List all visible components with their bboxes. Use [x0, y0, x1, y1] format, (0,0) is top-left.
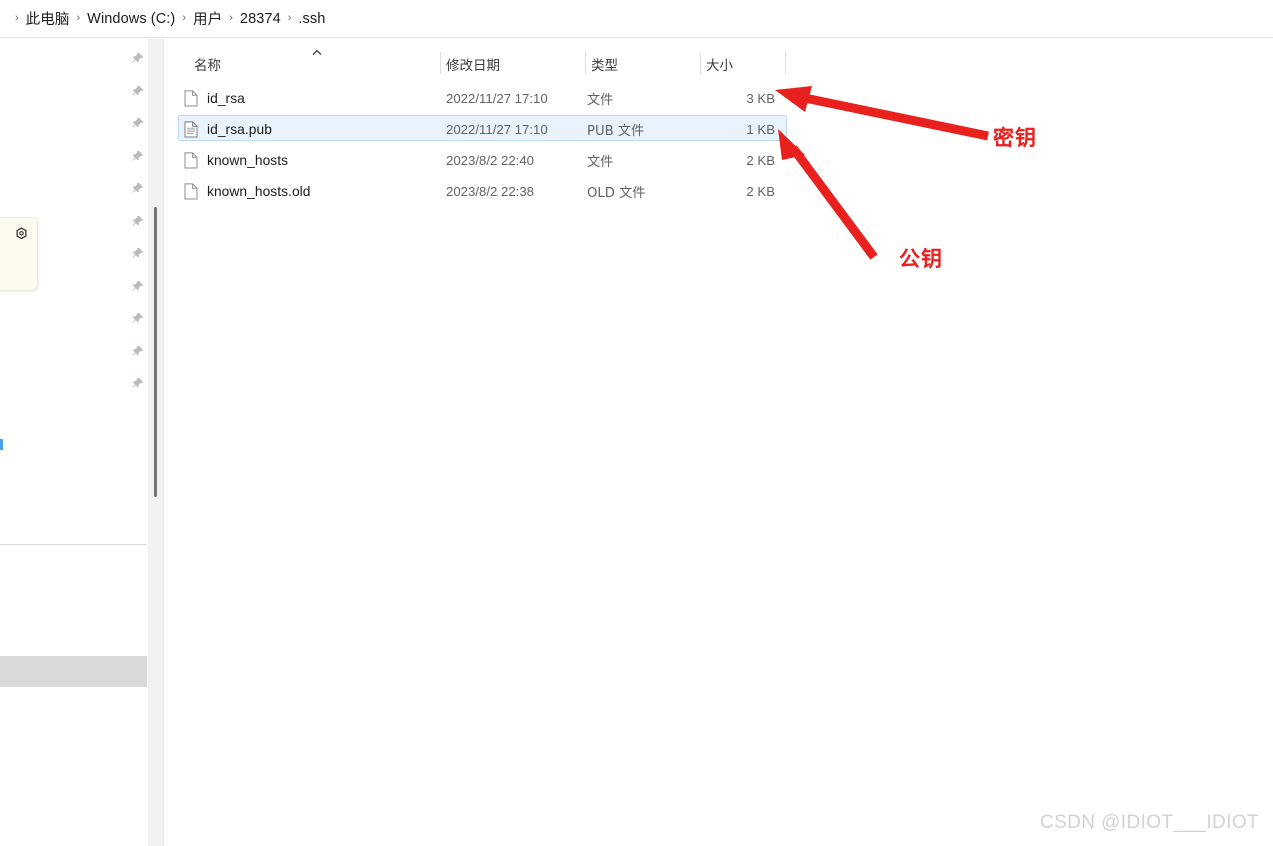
pin-icon[interactable] [130, 312, 146, 324]
annotation-label-private-key: 密钥 [993, 126, 1037, 150]
gear-hex-icon [16, 227, 27, 240]
vertical-scrollbar[interactable] [148, 39, 164, 846]
breadcrumb-chevron-icon: › [287, 12, 292, 24]
file-date-modified: 2023/8/2 22:38 [446, 183, 534, 199]
column-header-size[interactable]: 大小 [706, 48, 733, 79]
column-divider[interactable] [785, 52, 786, 74]
pin-icon[interactable] [130, 117, 146, 129]
column-divider[interactable] [700, 52, 701, 74]
note-card[interactable] [0, 217, 38, 291]
file-type: PUB 文件 [587, 123, 645, 139]
breadcrumb-item-users[interactable]: 用户 [193, 8, 222, 29]
column-header-name[interactable]: 名称 [194, 48, 221, 79]
file-list-column-headers: 名称 修改日期 类型 大小 [182, 48, 803, 79]
pin-icon[interactable] [130, 215, 146, 227]
annotation-label-public-key: 公钥 [899, 247, 943, 271]
pin-icon[interactable] [130, 247, 146, 259]
blank-file-icon [184, 183, 198, 200]
column-header-type[interactable]: 类型 [591, 48, 618, 79]
file-name[interactable]: id_rsa.pub [207, 116, 272, 142]
pin-icon[interactable] [130, 280, 146, 292]
pinned-items-column [130, 52, 148, 389]
table-row[interactable]: known_hosts 2023/8/2 22:40 文件 2 KB [178, 146, 787, 172]
blank-file-icon [184, 152, 198, 169]
pin-icon[interactable] [130, 182, 146, 194]
breadcrumb-item-28374[interactable]: 28374 [240, 11, 281, 27]
pin-icon[interactable] [130, 85, 146, 97]
file-name[interactable]: known_hosts.old [207, 178, 311, 204]
file-type: 文件 [587, 92, 614, 108]
csdn-watermark: CSDN @IDIOT___IDIOT [1039, 812, 1259, 833]
sort-ascending-caret-icon [312, 49, 322, 56]
left-blue-marker [0, 439, 3, 450]
column-divider[interactable] [585, 52, 586, 74]
file-date-modified: 2023/8/2 22:40 [446, 152, 534, 168]
left-highlighted-block[interactable] [0, 656, 147, 687]
breadcrumb-item-this-pc[interactable]: 此电脑 [26, 8, 70, 29]
file-size: 2 KB [746, 183, 775, 199]
pin-icon[interactable] [130, 52, 146, 64]
file-type: 文件 [587, 154, 614, 170]
blank-file-icon [184, 90, 198, 107]
file-date-modified: 2022/11/27 17:10 [446, 121, 548, 137]
breadcrumb-chevron-icon: › [182, 12, 187, 24]
breadcrumb-chevron-icon: › [76, 12, 81, 24]
text-file-icon [184, 121, 198, 138]
file-size: 3 KB [746, 90, 775, 106]
pin-icon[interactable] [130, 377, 146, 389]
file-name[interactable]: id_rsa [207, 85, 245, 111]
column-divider[interactable] [440, 52, 441, 74]
file-type: OLD 文件 [587, 185, 646, 201]
breadcrumb-item-windows-c[interactable]: Windows (C:) [87, 11, 175, 27]
scrollbar-thumb[interactable] [154, 207, 157, 497]
column-header-date-modified[interactable]: 修改日期 [446, 48, 500, 79]
pin-icon[interactable] [130, 345, 146, 357]
file-name[interactable]: known_hosts [207, 147, 288, 173]
breadcrumb-item-ssh[interactable]: .ssh [298, 11, 325, 27]
breadcrumb-chevron-icon: › [229, 12, 233, 24]
file-size: 2 KB [746, 152, 775, 168]
file-date-modified: 2022/11/27 17:10 [446, 90, 548, 106]
left-pane-divider [0, 544, 147, 545]
table-row[interactable]: known_hosts.old 2023/8/2 22:38 OLD 文件 2 … [178, 177, 787, 203]
breadcrumb-chevron-icon: › [15, 12, 19, 24]
pin-icon[interactable] [130, 150, 146, 162]
address-breadcrumb-bar[interactable]: › 此电脑 › Windows (C:) › 用户 › 28374 › .ssh [0, 0, 1273, 38]
table-row[interactable]: id_rsa.pub 2022/11/27 17:10 PUB 文件 1 KB [178, 115, 787, 141]
left-background-pane [0, 39, 148, 846]
table-row[interactable]: id_rsa 2022/11/27 17:10 文件 3 KB [178, 84, 787, 110]
file-list-pane: 名称 修改日期 类型 大小 id_rsa 2022/11/27 17:10 文件… [164, 39, 1273, 846]
file-size: 1 KB [746, 121, 775, 137]
